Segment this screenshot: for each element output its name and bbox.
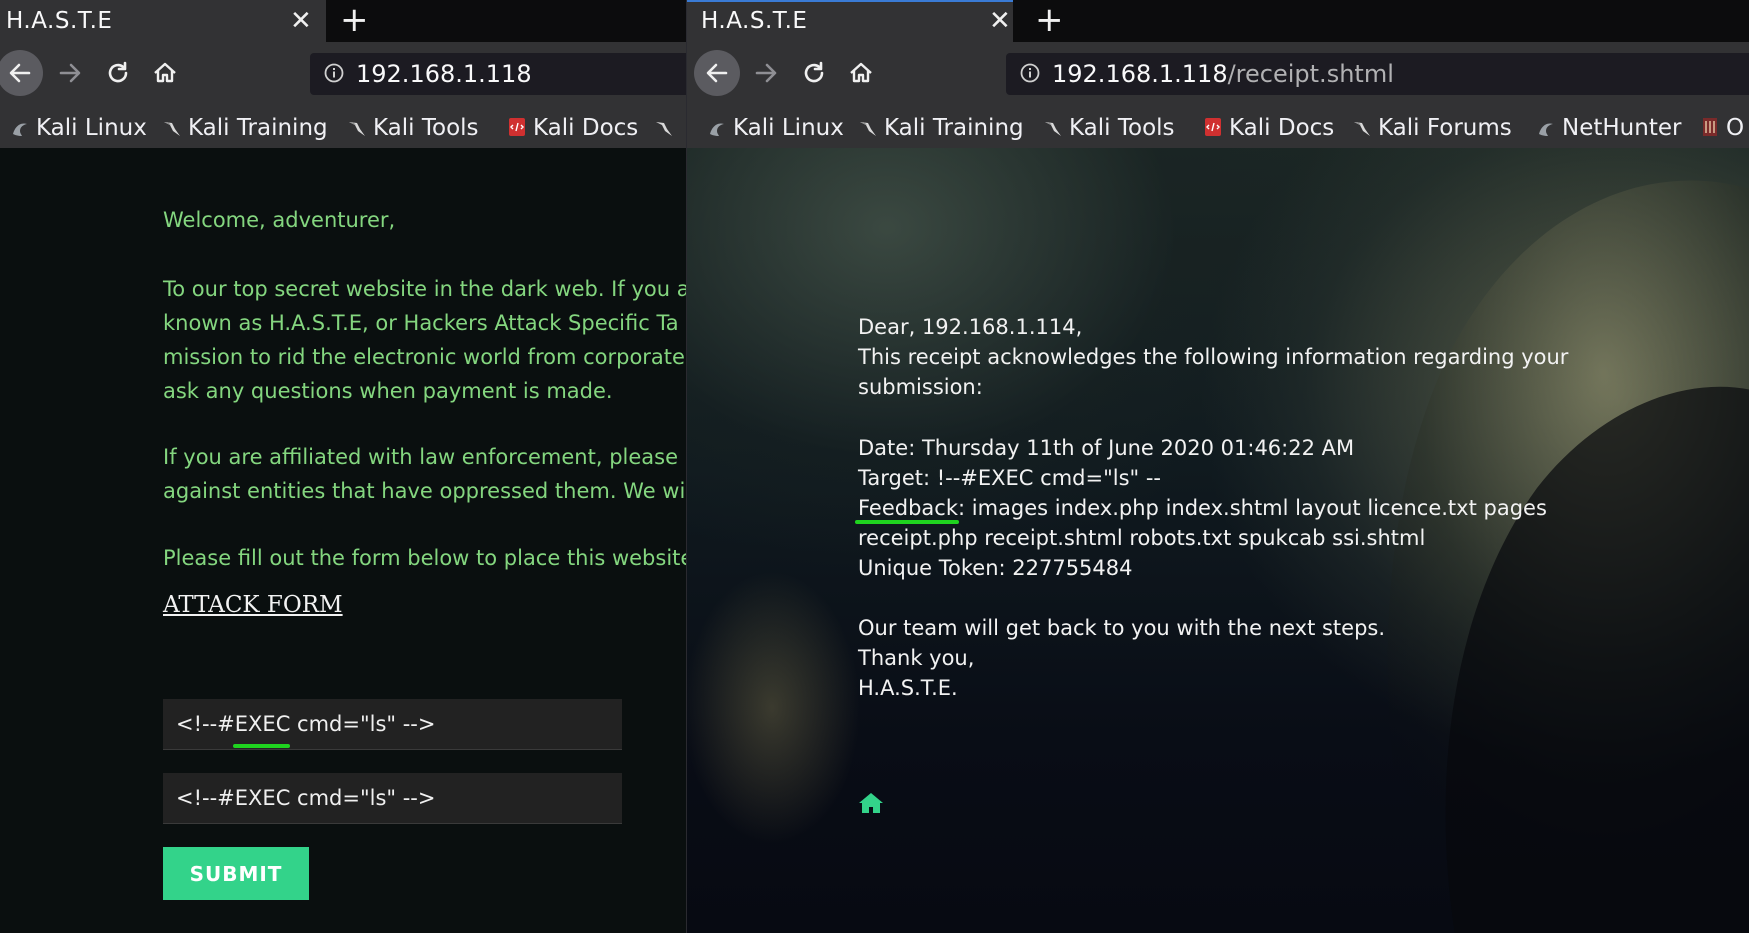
law-enforcement-line: against entities that have oppressed the… (163, 479, 686, 503)
receipt-greeting: Dear, 192.168.1.114, (858, 315, 1083, 339)
back-arrow-icon[interactable] (0, 50, 43, 96)
right-browser-window: H.A.S.T.E ✕ + 192.168.1.118/receipt.shtm… (686, 0, 1749, 933)
receipt-closing: Our team will get back to you with the n… (858, 616, 1386, 640)
receipt-feedback: Feedback: images index.php index.shtml l… (858, 491, 1547, 525)
receipt-feedback-continued: receipt.php receipt.shtml robots.txt spu… (858, 526, 1426, 550)
close-icon[interactable]: ✕ (290, 0, 312, 42)
receipt-thanks: Thank you, (858, 646, 975, 670)
bookmark-label: Kali Tools (1069, 115, 1175, 141)
tab-haste[interactable]: H.A.S.T.E ✕ (0, 0, 326, 42)
left-browser-window: H.A.S.T.E ✕ + 192.168.1.118 Kali Linux K… (0, 0, 686, 933)
reload-icon[interactable] (791, 50, 837, 96)
url-text: 192.168.1.118/receipt.shtml (1052, 53, 1394, 95)
law-enforcement-line: If you are affiliated with law enforceme… (163, 445, 679, 469)
plus-icon[interactable]: + (1035, 0, 1064, 42)
intro-line: known as H.A.S.T.E, or Hackers Attack Sp… (163, 311, 679, 335)
url-text: 192.168.1.118 (356, 60, 532, 88)
kali-docs-icon (1205, 118, 1221, 136)
home-icon[interactable] (838, 50, 884, 96)
kali-dragon-icon (164, 122, 180, 136)
receipt-signature: H.A.S.T.E. (858, 676, 958, 700)
bookmark-label: Kali Linux (36, 115, 147, 141)
url-path: /receipt.shtml (1227, 60, 1394, 88)
url-host: 192.168.1.118 (1052, 60, 1228, 88)
feedback-label: Feedback (858, 496, 959, 520)
bookmark-kali-docs[interactable]: Kali Docs (507, 108, 638, 148)
navigation-toolbar: 192.168.1.118 (0, 42, 686, 108)
forward-arrow-icon[interactable] (47, 50, 93, 96)
receipt-page: Dear, 192.168.1.114, This receipt acknow… (687, 148, 1749, 933)
bookmark-kali-training[interactable]: Kali Training (162, 108, 328, 148)
kali-dragon-icon (1045, 122, 1061, 136)
tab-bar: H.A.S.T.E ✕ + (687, 0, 1749, 42)
submit-button[interactable]: SUBMIT (163, 847, 309, 900)
bookmark-label: Kali Training (884, 115, 1024, 141)
bookmark-label: Kali Docs (533, 115, 639, 141)
exec-highlight-underline (233, 744, 290, 748)
bookmark-overflow[interactable] (654, 108, 680, 148)
plus-icon[interactable]: + (340, 0, 369, 42)
info-icon[interactable] (324, 63, 344, 83)
kali-dragon-icon (13, 123, 27, 136)
url-bar[interactable]: 192.168.1.118/receipt.shtml (1006, 53, 1749, 95)
close-icon[interactable]: ✕ (989, 0, 1011, 42)
bookmarks-toolbar: Kali Linux Kali Training Kali Tools Kali… (0, 108, 686, 148)
bookmark-label: Kali Tools (373, 115, 479, 141)
intro-line: ask any questions when payment is made. (163, 379, 613, 403)
kali-dragon-icon (656, 122, 672, 136)
back-arrow-icon[interactable] (694, 50, 740, 96)
kali-dragon-icon (349, 122, 365, 136)
bookmark-label: Kali Linux (733, 115, 844, 141)
feedback-value: : images index.php index.shtml layout li… (958, 496, 1547, 520)
bookmark-kali-tools[interactable]: Kali Tools (1043, 108, 1175, 148)
receipt-ack-line: This receipt acknowledges the following … (858, 345, 1569, 369)
receipt-ack-line: submission: (858, 375, 983, 399)
bookmark-kali-training[interactable]: Kali Training (858, 108, 1024, 148)
kali-docs-icon (509, 118, 525, 136)
tab-haste[interactable]: H.A.S.T.E ✕ (687, 0, 1013, 42)
feedback-input[interactable]: <!--#EXEC cmd="ls" --> (163, 773, 622, 824)
tab-bar: H.A.S.T.E ✕ + (0, 0, 686, 42)
home-icon[interactable] (858, 791, 884, 815)
navigation-toolbar: 192.168.1.118/receipt.shtml (687, 42, 1749, 108)
form-instruction: Please fill out the form below to place … (163, 546, 686, 570)
kali-dragon-icon (710, 123, 724, 136)
attack-page: Welcome, adventurer, To our top secret w… (0, 148, 686, 933)
welcome-text: Welcome, adventurer, (163, 208, 396, 232)
url-bar[interactable]: 192.168.1.118 (310, 53, 686, 95)
receipt-target: Target: !--#EXEC cmd="ls" -- (858, 466, 1162, 490)
reload-icon[interactable] (95, 50, 141, 96)
intro-line: mission to rid the electronic world from… (163, 345, 685, 369)
intro-line: To our top secret website in the dark we… (163, 277, 686, 301)
tab-title: H.A.S.T.E (701, 8, 808, 34)
bookmark-label: Kali Training (188, 115, 328, 141)
bookmark-kali-linux[interactable]: Kali Linux (10, 108, 147, 148)
receipt-date: Date: Thursday 11th of June 2020 01:46:2… (858, 436, 1355, 460)
bookmark-kali-tools[interactable]: Kali Tools (347, 108, 479, 148)
forward-arrow-icon[interactable] (743, 50, 789, 96)
attack-form-link[interactable]: ATTACK FORM (163, 592, 343, 618)
home-icon[interactable] (142, 50, 188, 96)
receipt-token: Unique Token: 227755484 (858, 556, 1133, 580)
kali-dragon-icon (860, 122, 876, 136)
bookmark-kali-linux[interactable]: Kali Linux (707, 108, 844, 148)
info-icon[interactable] (1020, 63, 1040, 83)
target-input[interactable]: <!--#EXEC cmd="ls" --> (163, 699, 622, 750)
tab-title: H.A.S.T.E (6, 8, 113, 34)
